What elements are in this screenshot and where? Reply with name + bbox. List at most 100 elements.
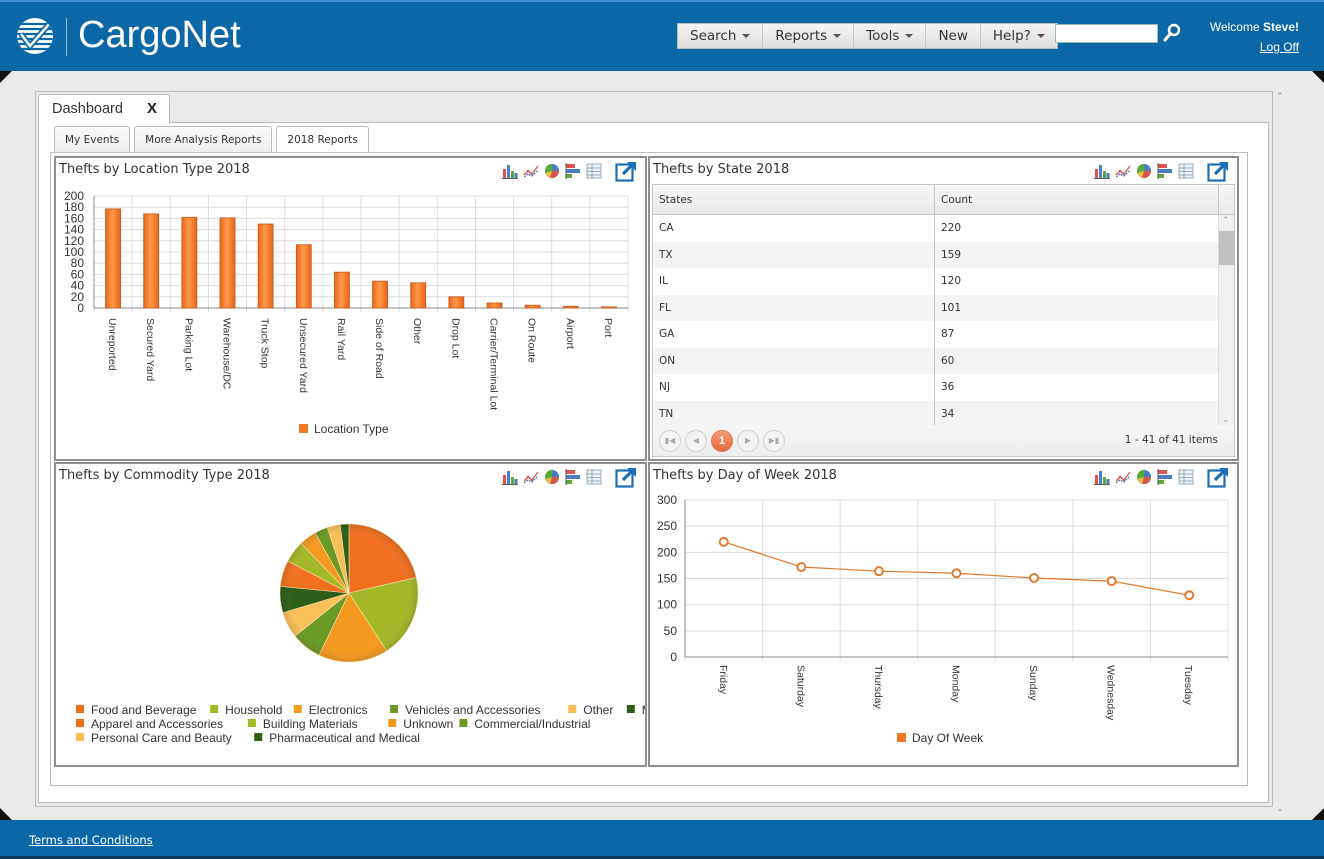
menu-tools[interactable]: Tools [854, 24, 927, 48]
search-icon[interactable] [1162, 22, 1182, 44]
y-tick-label: 100 [657, 598, 677, 612]
popout-icon[interactable] [1207, 160, 1229, 182]
brand-name: CargoNet [78, 14, 241, 56]
tab-dashboard[interactable]: Dashboard X [38, 94, 170, 124]
table-row[interactable]: GA 87 [653, 321, 1218, 348]
footer: Terms and Conditions [0, 820, 1324, 859]
pie-chart-icon[interactable] [1136, 163, 1152, 179]
grid-table-icon[interactable] [1178, 163, 1194, 179]
bar [562, 305, 579, 309]
commodity-pie-chart: Food and Beverage Household Electronics Veh… [76, 523, 645, 745]
next-page-button[interactable]: ▶ [737, 430, 759, 452]
bar [105, 208, 121, 309]
bar [181, 216, 198, 309]
prev-page-button[interactable]: ◀ [685, 430, 707, 452]
corner-decoration [1312, 808, 1324, 820]
chevron-down-icon [905, 34, 914, 38]
page-button-current[interactable]: 1 [711, 430, 733, 452]
scroll-down-icon[interactable]: ⌄ [1222, 415, 1230, 425]
logoff-link[interactable]: Log Off [1260, 40, 1299, 54]
day-line-chart: 0 50 100 150 200 250 300 Friday Saturday Thursday… [657, 493, 1229, 745]
widget-thefts-by-commodity: Thefts by Commodity Type 2018 Food and B… [54, 462, 647, 767]
first-page-button[interactable]: ▮◀ [659, 430, 681, 452]
scroll-up-icon[interactable]: ⌃ [1222, 216, 1230, 226]
menu-help[interactable]: Help? [981, 24, 1057, 48]
menu-new[interactable]: New [926, 24, 981, 48]
x-tick-label: Tuesday [1182, 665, 1194, 706]
grid-scrollbar[interactable]: ⌃ ⌄ [1218, 215, 1235, 426]
cell-count: 34 [941, 407, 955, 420]
x-tick-label: Warehouse/DC [221, 318, 233, 390]
menu-help-label: Help? [992, 27, 1031, 44]
logo-divider [66, 18, 67, 56]
table-row[interactable]: TN 34 [653, 400, 1218, 426]
legend-swatch [76, 705, 84, 713]
cell-state: TX [653, 241, 935, 268]
scroll-down-icon[interactable]: ⌄ [1275, 804, 1285, 814]
legend-label: Other [583, 703, 613, 717]
legend-swatch [254, 733, 263, 741]
horizontal-bar-icon[interactable] [1157, 163, 1173, 179]
page-scrollbar[interactable]: ⌃ ⌄ [1272, 92, 1288, 814]
legend-label: Electronics [309, 703, 368, 717]
chevron-down-icon [1036, 34, 1045, 38]
table-row[interactable]: NJ 36 [653, 374, 1218, 401]
location-bar-chart: 020406080100120140160180200Unreported Sec… [64, 189, 629, 436]
x-tick-label: Monday [950, 665, 962, 703]
terms-link[interactable]: Terms and Conditions [29, 833, 153, 847]
x-tick-label: Drop Lot [449, 318, 461, 358]
y-tick-label: 0 [670, 650, 677, 664]
scroll-up-icon[interactable]: ⌃ [1275, 92, 1285, 102]
x-tick-label: Truck Stop [259, 318, 271, 369]
legend-swatch [388, 719, 397, 727]
chevron-down-icon [742, 34, 751, 38]
tab-2018-reports[interactable]: 2018 Reports [276, 126, 369, 154]
tab-more-analysis-reports[interactable]: More Analysis Reports [134, 126, 273, 153]
data-point [1106, 576, 1117, 587]
checkmark-globe-logo [17, 18, 53, 54]
bar [334, 271, 350, 309]
column-header-states[interactable]: States [653, 185, 935, 214]
cell-count: 101 [941, 301, 962, 314]
x-tick-label: Sunday [1027, 665, 1039, 701]
close-tab-button[interactable]: X [147, 100, 157, 117]
widget-toolbar [1094, 160, 1229, 182]
table-row[interactable]: IL 120 [653, 268, 1218, 295]
search-input[interactable] [1055, 24, 1158, 43]
report-tabs: My Events More Analysis Reports 2018 Rep… [54, 126, 369, 154]
bar [257, 223, 274, 309]
menu-reports[interactable]: Reports [763, 24, 855, 48]
last-page-button[interactable]: ▶▮ [763, 430, 785, 452]
table-row[interactable]: TX 159 [653, 241, 1218, 268]
scrollbar-thumb[interactable] [1219, 231, 1235, 265]
x-tick-label: Saturday [794, 665, 806, 708]
bar-chart-icon[interactable] [1094, 163, 1110, 179]
legend-swatch [626, 705, 635, 713]
menu-search-label: Search [690, 27, 737, 44]
column-header-count[interactable]: Count [935, 185, 1218, 214]
line-chart-icon[interactable] [1115, 163, 1131, 179]
tab-my-events[interactable]: My Events [54, 126, 131, 153]
legend-swatch [897, 733, 906, 742]
table-row[interactable]: ON 60 [653, 347, 1218, 374]
table-row[interactable]: CA 220 [653, 215, 1218, 242]
x-tick-label: Airport [564, 318, 576, 349]
cell-count: 87 [941, 328, 955, 340]
legend-swatch [459, 719, 468, 727]
x-tick-label: Rail Yard [335, 318, 347, 360]
user-name: Steve! [1262, 20, 1299, 34]
legend-swatch [568, 705, 577, 713]
legend-swatch [390, 705, 399, 713]
menu-search[interactable]: Search [678, 24, 764, 48]
y-tick-label: 200 [64, 189, 84, 203]
x-tick-label: Other [411, 318, 423, 345]
legend-swatch [210, 705, 219, 713]
table-row[interactable]: FL 101 [653, 294, 1218, 321]
legend-label: Vehicles and Accessories [405, 703, 540, 717]
y-tick-label: 300 [657, 493, 677, 507]
cell-state: GA [653, 321, 935, 348]
x-tick-label: On Route [526, 318, 538, 363]
widget-thefts-by-state: Thefts by State 2018 States Count CA 220 … [648, 156, 1239, 461]
state-grid: States Count CA 220 TX 159 IL 120 FL 101 GA 8… [652, 184, 1235, 426]
legend-label: Unknown [403, 717, 453, 731]
